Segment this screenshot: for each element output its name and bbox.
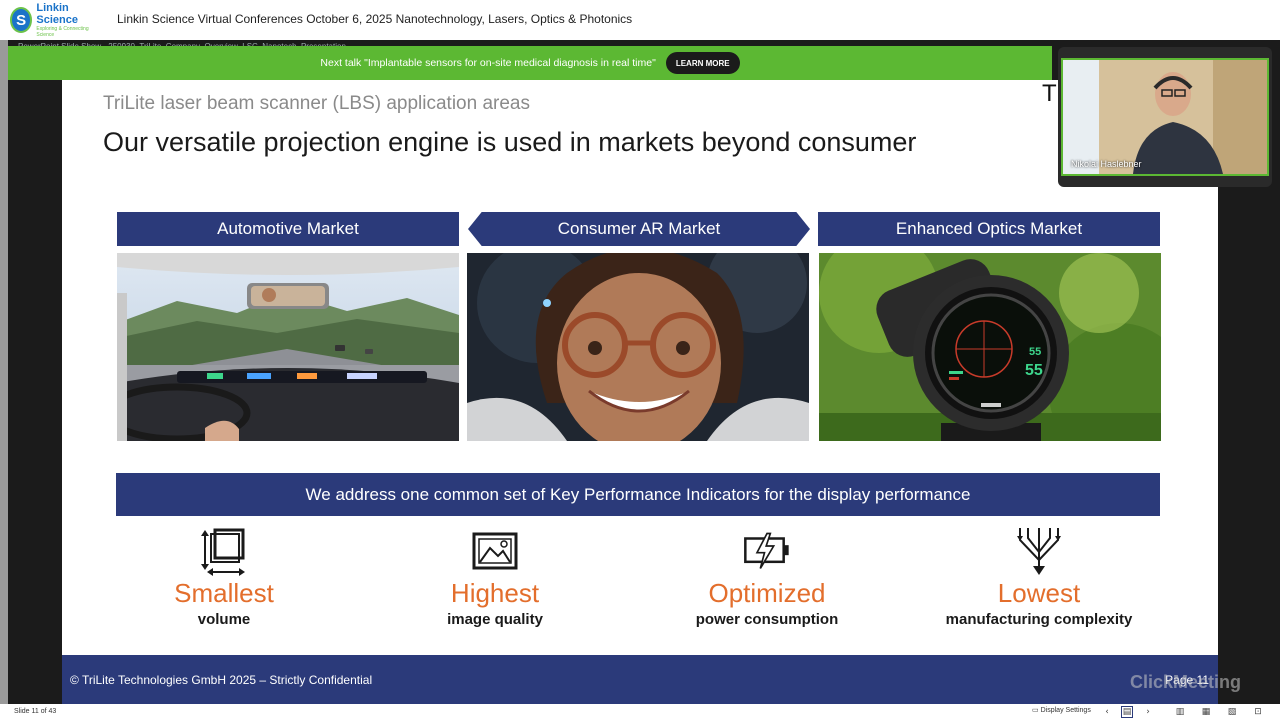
display-settings-button[interactable]: ▭ Display Settings [1032,706,1091,715]
slide-counter: Slide 11 of 43 [14,708,57,715]
kpi-highest-image-quality: Highest image quality [365,526,625,628]
slideshow-icon[interactable]: ⊡ [1252,706,1264,718]
webcam-video: Nikolai Haslebner [1061,58,1269,176]
normal-view-icon[interactable]: ▤ [1121,706,1133,718]
slide-footer: © TriLite Technologies GmbH 2025 – Stric… [62,655,1218,704]
conference-header: S Linkin Science Exploring & Connecting … [0,0,1280,40]
kpi-sub-label: manufacturing complexity [945,611,1133,628]
logo-tagline: Exploring & Connecting Science [36,26,89,38]
presenter-webcam[interactable]: Nikolai Haslebner [1058,47,1272,187]
clickmeeting-watermark: ClickMeeting [1130,672,1242,692]
enhanced-optics-market-header: Enhanced Optics Market [818,212,1160,246]
kpi-sub-label: power consumption [695,611,839,628]
conference-title: Linkin Science Virtual Conferences Octob… [117,12,633,26]
kpi-sub-label: image quality [447,611,543,628]
slide-sorter-icon[interactable]: ▥ [1174,706,1186,718]
next-talk-banner: Next talk "Implantable sensors for on-si… [8,46,1052,80]
player-bottom-bar: Slide 11 of 43 ▭ Display Settings ‹ ▤ › … [0,704,1280,720]
consumer-ar-market-header: Consumer AR Market [468,212,810,246]
display-settings-label: Display Settings [1040,706,1091,714]
kpi-sub-label: volume [197,611,251,628]
logo-line-2: Science [36,14,78,26]
kpi-main-label: Highest [450,578,540,608]
slide-title: Our versatile projection engine is used … [103,127,917,157]
consumer-ar-image [467,253,809,441]
logo-text: Linkin Science Exploring & Connecting Sc… [36,2,96,38]
monitor-icon: ▭ [1032,707,1039,714]
kpi-lowest-complexity: Lowest manufacturing complexity [909,526,1169,628]
scope-value-large: 55 [1025,362,1043,379]
presenter-video-frame [1063,60,1267,174]
logo-mark-icon: S [10,7,33,33]
kpi-main-label: Lowest [997,578,1081,608]
scope-value-small: 55 [1029,346,1041,358]
next-slide-icon[interactable]: › [1142,706,1154,718]
automotive-image [117,253,459,441]
presenter-name: Nikolai Haslebner [1071,159,1142,169]
slide-corner-letter: T [1042,80,1057,107]
volume-cube-icon [201,528,245,576]
slide-subtitle: TriLite laser beam scanner (LBS) applica… [103,93,530,114]
linkin-science-logo[interactable]: S Linkin Science Exploring & Connecting … [10,2,96,38]
reading-view-icon[interactable]: ▧ [1226,706,1238,718]
slide: TriLite laser beam scanner (LBS) applica… [62,80,1218,704]
image-icon [472,532,518,570]
next-talk-text: Next talk "Implantable sensors for on-si… [320,57,656,69]
kpi-main-label: Optimized [708,578,826,608]
automotive-market-header: Automotive Market [117,212,459,246]
grid-view-icon[interactable]: ▦ [1200,706,1212,718]
car-interior-illustration [117,253,459,441]
enhanced-optics-image: 55 55 [819,253,1161,441]
kpi-main-label: Smallest [174,578,274,608]
previous-slide-icon[interactable]: ‹ [1101,706,1113,718]
player-left-strip [0,40,8,708]
kpi-optimized-power: Optimized power consumption [637,526,897,628]
logo-line-1: Linkin [36,2,69,14]
battery-bolt-icon [744,532,789,569]
merge-arrows-icon [1017,528,1061,575]
rifle-scope-illustration: 55 55 [819,253,1161,441]
learn-more-button[interactable]: LEARN MORE [665,52,740,74]
smiling-woman-glasses-illustration [467,253,809,441]
footer-copyright: © TriLite Technologies GmbH 2025 – Stric… [70,673,373,687]
kpi-smallest-volume: Smallest volume [94,526,354,628]
kpi-banner: We address one common set of Key Perform… [116,473,1160,516]
